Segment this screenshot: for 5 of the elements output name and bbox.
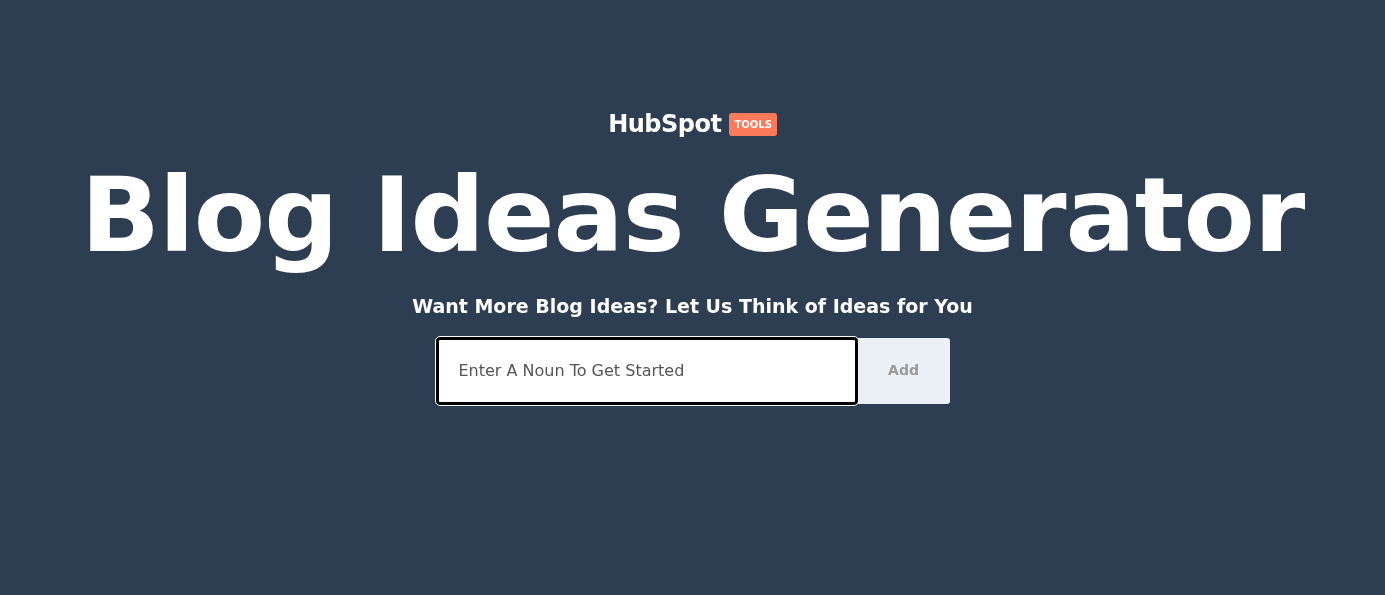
logo: HubSpot [608, 112, 722, 136]
noun-input-field[interactable]: Enter A Noun To Get Started [435, 336, 858, 405]
page-title: Blog Ideas Generator [80, 158, 1305, 273]
tools-badge: TOOLS [729, 112, 777, 136]
subtitle: Want More Blog Ideas? Let Us Think of Ideas for You [412, 294, 973, 320]
